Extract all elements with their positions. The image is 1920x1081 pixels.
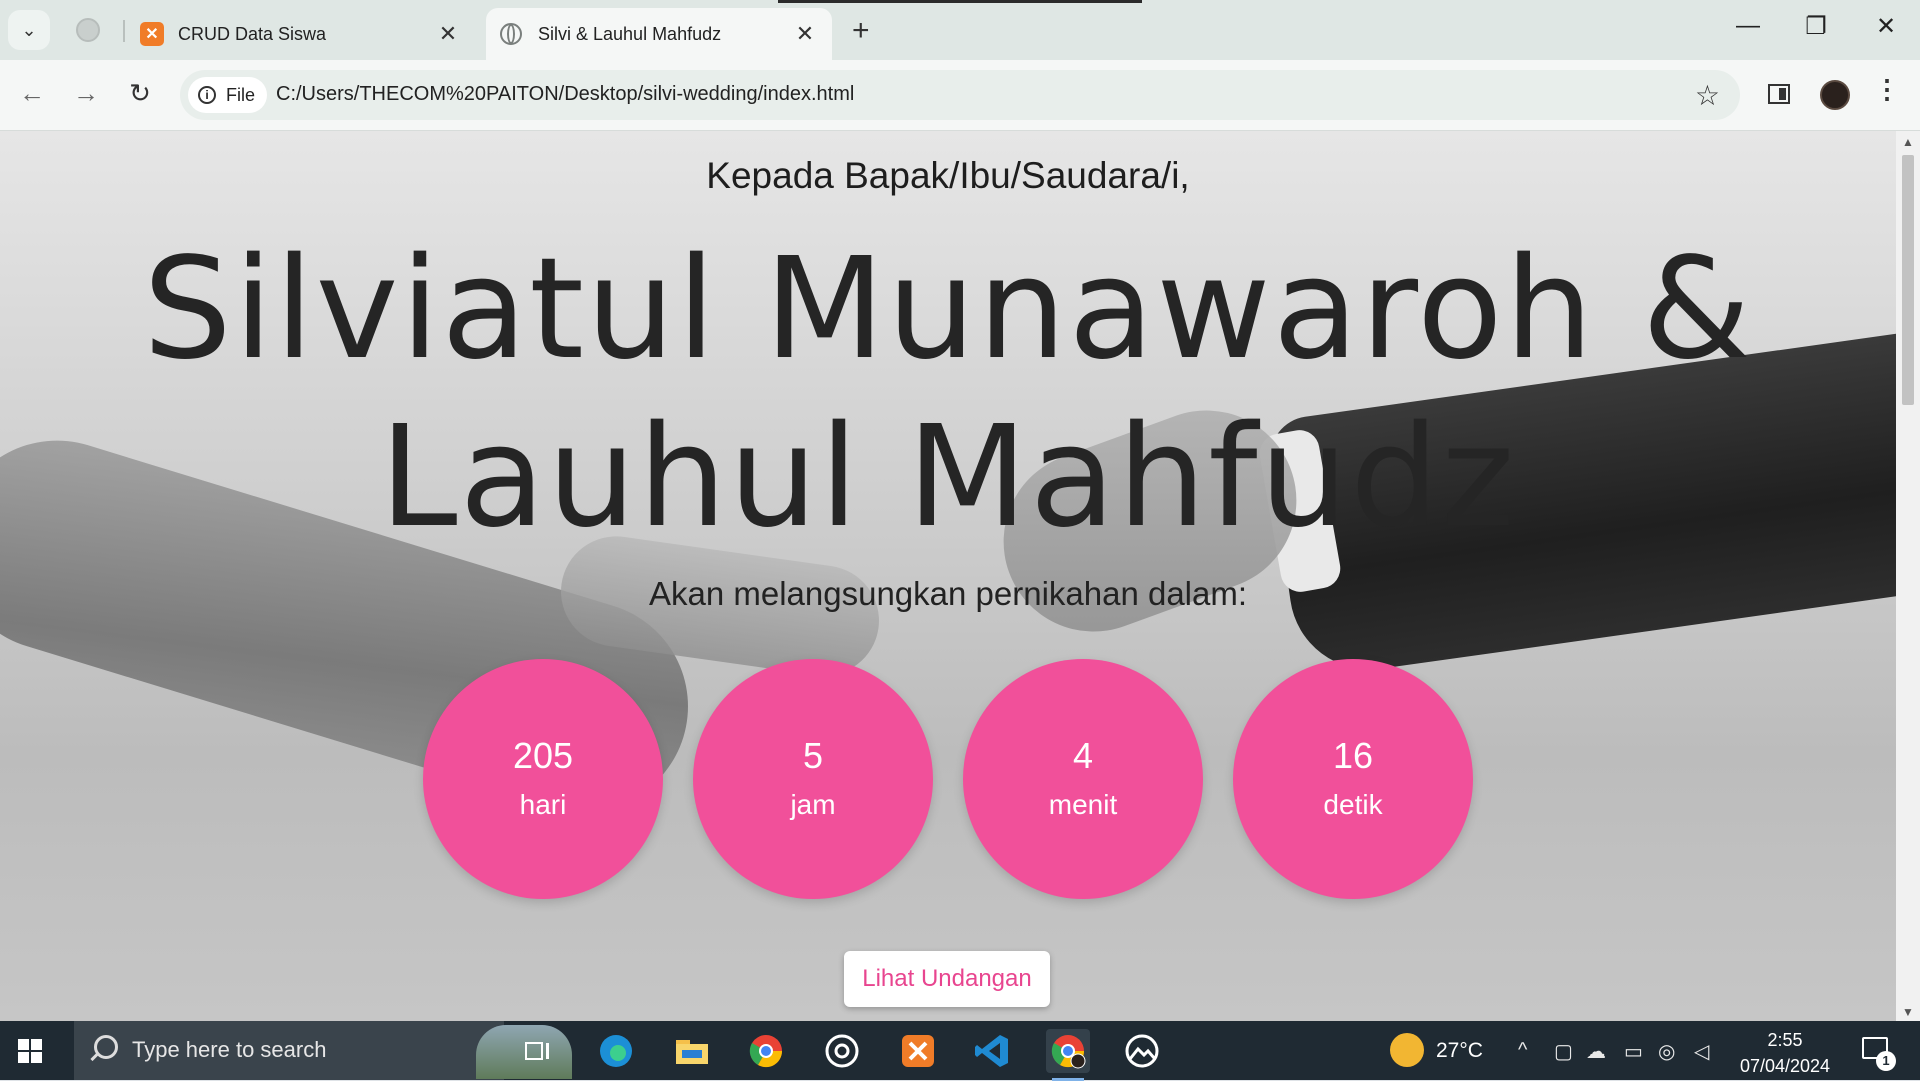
countdown-minutes: 4 menit — [963, 659, 1203, 899]
taskbar-clock[interactable]: 2:55 07/04/2024 — [1720, 1027, 1850, 1079]
page-scrollbar[interactable]: ▲ ▼ — [1896, 131, 1920, 1021]
restore-button[interactable]: ❐ — [1796, 12, 1836, 41]
battery-icon[interactable]: ▭ — [1624, 1039, 1643, 1064]
countdown-value: 4 — [1072, 735, 1094, 776]
globe-icon — [500, 23, 522, 45]
countdown-value: 205 — [512, 735, 574, 776]
scroll-down-arrow-icon[interactable]: ▼ — [1902, 1005, 1914, 1019]
task-view-icon[interactable] — [516, 1029, 560, 1073]
search-icon — [94, 1035, 118, 1059]
network-icon[interactable]: ◎ — [1658, 1039, 1675, 1064]
tab-strip: ⌄ ✕ CRUD Data Siswa ✕ Silvi & Lauhul Mah… — [0, 0, 1920, 60]
tab-search-button[interactable]: ⌄ — [8, 10, 50, 50]
countdown-seconds: 16 detik — [1233, 659, 1473, 899]
tab-silvi-lauhul[interactable]: Silvi & Lauhul Mahfudz ✕ — [486, 8, 832, 60]
address-bar[interactable]: i File C:/Users/THECOM%20PAITON/Desktop/… — [180, 70, 1740, 120]
minimize-button[interactable]: — — [1728, 12, 1768, 40]
kebab-menu-icon[interactable]: ⋮ — [1874, 76, 1900, 102]
bookmark-star-icon[interactable]: ☆ — [1695, 79, 1720, 112]
countdown-unit: hari — [519, 789, 567, 820]
countdown-unit: menit — [1048, 789, 1118, 820]
weather-temperature[interactable]: 27°C — [1436, 1039, 1483, 1063]
profile-avatar[interactable] — [1820, 80, 1850, 110]
chevron-up-icon[interactable]: ^ — [1518, 1039, 1527, 1062]
site-info-chip[interactable]: i File — [188, 77, 268, 113]
countdown-value: 5 — [802, 735, 824, 776]
windows-taskbar: Type here to search 27°C ^ ▢ ☁ ▭ ◎ ◁ 2:5… — [0, 1021, 1920, 1081]
countdown-unit: detik — [1323, 789, 1383, 820]
tab-separator — [123, 20, 125, 42]
file-explorer-icon[interactable] — [670, 1029, 714, 1073]
close-window-button[interactable]: ✕ — [1866, 12, 1906, 41]
close-icon[interactable]: ✕ — [435, 21, 461, 47]
couple-names-heading: Silviatul Munawaroh & Lauhul Mahfudz — [142, 228, 1754, 559]
open-invitation-button[interactable]: Lihat Undangan — [844, 951, 1050, 1007]
page-viewport: Kepada Bapak/Ibu/Saudara/i, Silviatul Mu… — [0, 131, 1896, 1021]
vscode-icon[interactable] — [970, 1029, 1014, 1073]
tab-title: Silvi & Lauhul Mahfudz — [538, 23, 722, 44]
globe-icon[interactable] — [76, 18, 100, 42]
scrollbar-thumb[interactable] — [1902, 155, 1914, 405]
windows-start-icon[interactable] — [18, 1039, 42, 1063]
notification-badge: 1 — [1876, 1051, 1896, 1071]
clock-time: 2:55 — [1767, 1030, 1803, 1050]
tab-crud-data-siswa[interactable]: ✕ CRUD Data Siswa ✕ — [130, 8, 475, 60]
edge-icon[interactable] — [594, 1029, 638, 1073]
browser-toolbar: ← → ↻ i File C:/Users/THECOM%20PAITON/De… — [0, 60, 1920, 131]
xampp-icon[interactable] — [896, 1029, 940, 1073]
site-info-label: File — [226, 84, 256, 105]
taskbar-search-box[interactable]: Type here to search — [74, 1021, 572, 1080]
countdown-value: 16 — [1332, 735, 1374, 776]
tab-title: CRUD Data Siswa — [178, 23, 327, 44]
photos-icon[interactable] — [1120, 1029, 1164, 1073]
countdown-hours: 5 jam — [693, 659, 933, 899]
search-placeholder: Type here to search — [132, 1037, 327, 1062]
close-icon[interactable]: ✕ — [792, 21, 818, 47]
xampp-icon: ✕ — [140, 22, 164, 46]
forward-button[interactable]: → — [68, 78, 104, 109]
chrome-icon[interactable] — [744, 1029, 788, 1073]
greeting-text: Kepada Bapak/Ibu/Saudara/i, — [706, 155, 1190, 196]
reload-button[interactable]: ↻ — [122, 78, 158, 109]
chrome-active-icon[interactable] — [1046, 1029, 1090, 1081]
countdown-unit: jam — [790, 789, 836, 820]
onedrive-icon[interactable]: ☁ — [1586, 1039, 1606, 1064]
info-icon: i — [198, 86, 216, 104]
subtitle-text: Akan melangsungkan pernikahan dalam: — [648, 575, 1248, 612]
scroll-up-arrow-icon[interactable]: ▲ — [1902, 135, 1914, 149]
loading-indicator — [778, 0, 1142, 3]
back-button[interactable]: ← — [14, 78, 50, 109]
weather-icon[interactable] — [1390, 1033, 1424, 1067]
obs-icon[interactable] — [820, 1029, 864, 1073]
side-panel-icon[interactable] — [1768, 84, 1790, 104]
new-tab-button[interactable]: + — [852, 14, 870, 48]
clock-date: 07/04/2024 — [1739, 1056, 1831, 1076]
url-text[interactable]: C:/Users/THECOM%20PAITON/Desktop/silvi-w… — [276, 83, 854, 106]
countdown-days: 205 hari — [423, 659, 663, 899]
volume-icon[interactable]: ◁ — [1694, 1039, 1709, 1064]
meet-now-icon[interactable]: ▢ — [1554, 1039, 1573, 1064]
